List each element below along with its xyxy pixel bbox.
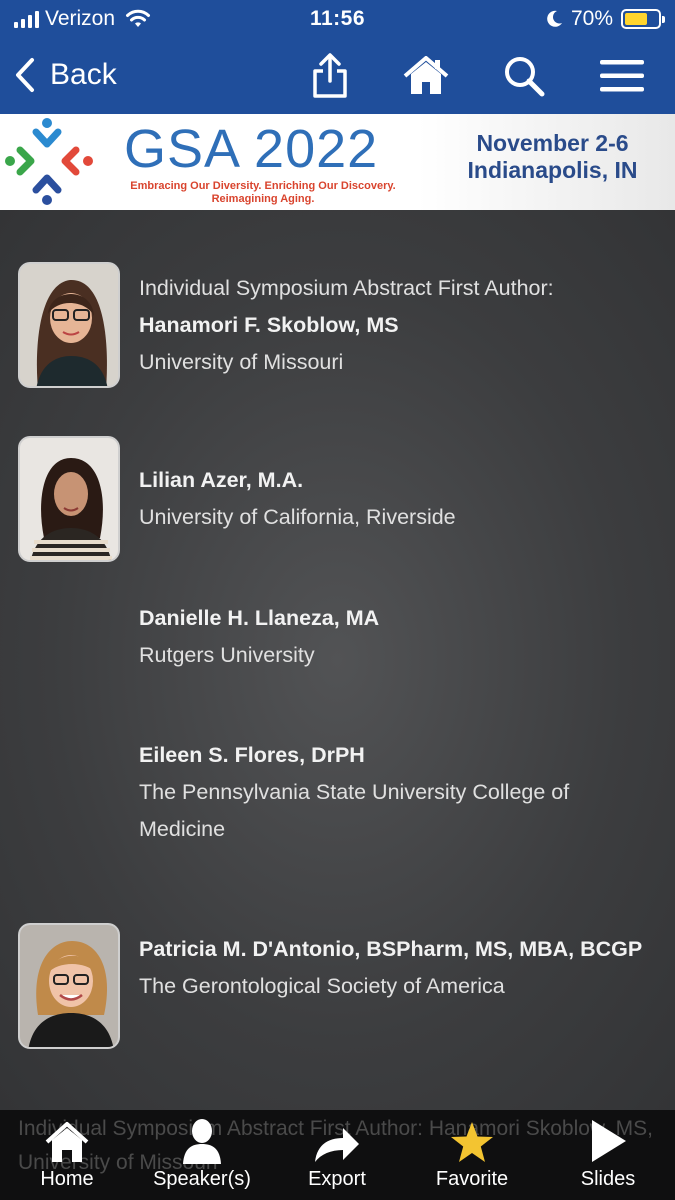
star-icon bbox=[451, 1122, 493, 1162]
status-right: 70% bbox=[545, 7, 665, 31]
bottom-tab-bar: Individual Symposium Abstract First Auth… bbox=[0, 1110, 675, 1200]
tab-label: Favorite bbox=[435, 1168, 509, 1190]
banner-date-location: November 2-6 Indianapolis, IN bbox=[450, 130, 655, 184]
speaker-affiliation: Rutgers University bbox=[139, 643, 315, 667]
speaker-name: Lilian Azer, M.A. bbox=[139, 468, 304, 492]
speaker-photo bbox=[18, 262, 120, 388]
speaker-name: Eileen S. Flores, DrPH bbox=[139, 743, 365, 767]
banner-title: GSA 2022 bbox=[124, 119, 379, 179]
play-icon bbox=[592, 1120, 626, 1162]
banner-date: November 2-6 bbox=[476, 130, 629, 156]
speaker-role: Individual Symposium Abstract First Auth… bbox=[139, 276, 554, 300]
gsa-logo bbox=[5, 118, 93, 205]
speaker-item[interactable]: Eileen S. Flores, DrPH The Pennsylvania … bbox=[0, 737, 675, 857]
speaker-photo bbox=[18, 436, 120, 562]
home-icon[interactable] bbox=[402, 52, 450, 100]
banner-location: Indianapolis, IN bbox=[467, 157, 638, 183]
share-icon[interactable] bbox=[306, 52, 354, 100]
battery-icon bbox=[621, 9, 665, 29]
banner-tagline: Embracing Our Diversity. Enriching Our D… bbox=[130, 180, 396, 205]
speaker-name: Patricia M. D'Antonio, BSPharm, MS, MBA,… bbox=[139, 937, 643, 961]
battery-percent: 70% bbox=[570, 7, 613, 30]
export-arrow-icon bbox=[315, 1128, 359, 1162]
tab-label: Export bbox=[308, 1168, 366, 1190]
tab-favorite[interactable]: Favorite bbox=[424, 1110, 520, 1200]
search-icon[interactable] bbox=[500, 52, 548, 100]
tab-label: Slides bbox=[580, 1168, 636, 1190]
tab-speakers[interactable]: Speaker(s) bbox=[142, 1110, 262, 1200]
battery-fill bbox=[625, 13, 648, 25]
back-button[interactable]: Back bbox=[14, 52, 117, 98]
speaker-name: Danielle H. Llaneza, MA bbox=[139, 606, 380, 630]
top-bar: Verizon 11:56 70% Back bbox=[0, 0, 675, 114]
nav-bar: Back bbox=[0, 38, 675, 114]
speaker-text: Individual Symposium Abstract First Auth… bbox=[139, 270, 649, 381]
speaker-text: Patricia M. D'Antonio, BSPharm, MS, MBA,… bbox=[139, 931, 649, 1005]
tab-label: Home bbox=[40, 1168, 94, 1190]
speaker-photo bbox=[18, 923, 120, 1049]
speaker-item[interactable]: Patricia M. D'Antonio, BSPharm, MS, MBA,… bbox=[0, 923, 675, 1053]
status-bar: Verizon 11:56 70% bbox=[0, 0, 675, 38]
back-label: Back bbox=[50, 58, 117, 91]
menu-icon[interactable] bbox=[598, 52, 646, 100]
tab-home[interactable]: Home bbox=[22, 1110, 112, 1200]
speaker-text: Eileen S. Flores, DrPH The Pennsylvania … bbox=[139, 737, 649, 848]
tab-label: Speaker(s) bbox=[153, 1168, 251, 1190]
person-icon bbox=[183, 1119, 221, 1164]
speaker-item[interactable]: Lilian Azer, M.A. University of Californ… bbox=[0, 436, 675, 566]
speaker-item[interactable]: Danielle H. Llaneza, MA Rutgers Universi… bbox=[0, 600, 675, 680]
speaker-affiliation: The Gerontological Society of America bbox=[139, 974, 505, 998]
speaker-item[interactable]: Individual Symposium Abstract First Auth… bbox=[0, 262, 675, 392]
chevron-left-icon bbox=[16, 58, 34, 92]
speaker-name: Hanamori F. Skoblow, MS bbox=[139, 313, 399, 337]
speaker-text: Danielle H. Llaneza, MA Rutgers Universi… bbox=[139, 600, 649, 674]
home-icon bbox=[45, 1122, 89, 1162]
speaker-list: Individual Symposium Abstract First Auth… bbox=[0, 210, 675, 1110]
speaker-affiliation: University of Missouri bbox=[139, 350, 344, 374]
speaker-text: Lilian Azer, M.A. University of Californ… bbox=[139, 462, 649, 536]
event-banner: GSA 2022 Embracing Our Diversity. Enrich… bbox=[0, 114, 675, 210]
tab-export[interactable]: Export bbox=[292, 1110, 382, 1200]
speaker-affiliation: The Pennsylvania State University Colleg… bbox=[139, 780, 570, 841]
moon-icon bbox=[547, 10, 562, 27]
speaker-affiliation: University of California, Riverside bbox=[139, 505, 456, 529]
tab-slides[interactable]: Slides bbox=[566, 1110, 650, 1200]
